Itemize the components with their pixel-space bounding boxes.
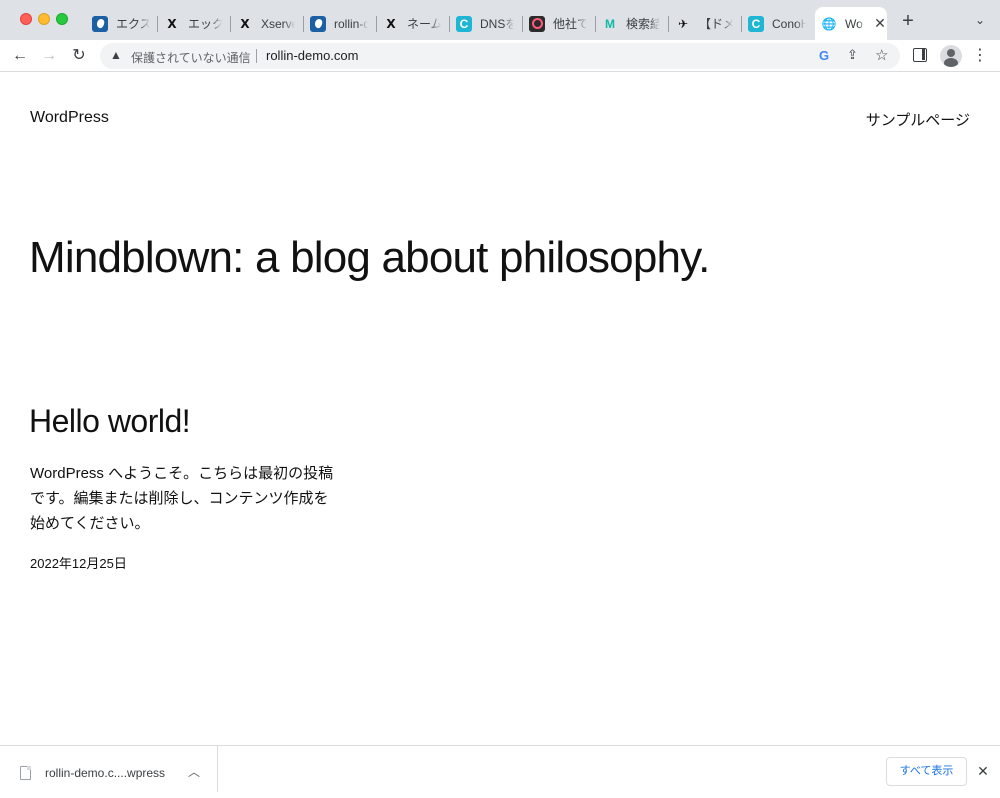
file-icon — [20, 766, 31, 780]
tab-title: 【ドメ — [699, 17, 733, 31]
wordpress-blue-icon — [310, 15, 326, 32]
tab-3[interactable]: X Xserve — [231, 7, 304, 40]
nav-link-sample-page[interactable]: サンプルページ — [866, 109, 970, 130]
m-logo-icon: M — [605, 16, 615, 31]
tab-title: ConoH — [772, 16, 806, 31]
x-logo-icon: X — [386, 16, 396, 31]
reload-icon[interactable]: ↻ — [68, 45, 90, 67]
post-title-link[interactable]: Hello world! — [29, 403, 191, 440]
side-panel-icon[interactable] — [913, 48, 927, 62]
close-icon[interactable]: ✕ — [975, 762, 991, 780]
tab-close-icon[interactable]: ✕ — [873, 15, 887, 32]
google-g-icon[interactable]: G — [819, 48, 829, 63]
tab-active[interactable]: 🌐 Wo ✕ — [815, 7, 887, 40]
globe-icon: 🌐 — [821, 16, 837, 31]
tab-8[interactable]: M 検索結 — [596, 7, 669, 40]
post-excerpt: WordPress へようこそ。こちらは最初の投稿です。編集または削除し、コンテ… — [30, 465, 334, 532]
chevron-up-icon[interactable]: ︿ — [188, 763, 200, 780]
window-minimize-button[interactable] — [38, 13, 50, 25]
tab-4[interactable]: rollin-d — [304, 7, 377, 40]
tab-title: ネーム — [407, 17, 441, 31]
wordpress-blue-icon — [92, 15, 108, 32]
site-title-link[interactable]: WordPress — [30, 109, 109, 127]
browser-toolbar: ← → ↻ ▲ 保護されていない通信 rollin-demo.com G ⇪ ☆… — [0, 40, 1000, 72]
tab-title: エックス — [188, 17, 222, 31]
bird-icon: ✈ — [677, 16, 689, 31]
tab-6[interactable]: C DNSを — [450, 7, 523, 40]
url-text[interactable]: rollin-demo.com — [266, 48, 358, 63]
tab-5[interactable]: X ネーム — [377, 7, 450, 40]
tab-title: Wo — [845, 16, 863, 31]
more-menu-icon[interactable]: ⋮ — [972, 46, 988, 66]
tab-9[interactable]: ✈ 【ドメ — [669, 7, 742, 40]
tab-strip: エクスパ X エックス X Xserve rollin-d X ネーム C DN… — [0, 0, 1000, 40]
window-zoom-button[interactable] — [56, 13, 68, 25]
tab-search-chevron-icon[interactable]: ⌄ — [972, 12, 988, 28]
tab-title: Xserve — [261, 16, 295, 31]
share-icon[interactable]: ⇪ — [847, 47, 858, 63]
download-file-name[interactable]: rollin-demo.c....wpress — [45, 766, 165, 780]
tab-title: エクスパ — [116, 17, 150, 31]
conoha-c-icon: C — [748, 15, 764, 32]
address-bar[interactable]: ▲ 保護されていない通信 rollin-demo.com G ⇪ ☆ — [100, 43, 900, 69]
x-logo-icon: X — [167, 16, 177, 31]
tab-1[interactable]: エクスパ — [86, 7, 158, 40]
window-close-button[interactable] — [20, 13, 32, 25]
back-arrow-icon[interactable]: ← — [9, 45, 31, 67]
web-page: WordPress サンプルページ Mindblown: a blog abou… — [0, 73, 1000, 745]
tab-10[interactable]: C ConoH — [742, 7, 815, 40]
tab-title: rollin-d — [334, 16, 368, 31]
forward-arrow-icon[interactable]: → — [38, 45, 60, 67]
tab-7[interactable]: 他社で — [523, 7, 596, 40]
profile-avatar-icon[interactable] — [940, 45, 962, 67]
post-date-link[interactable]: 2022年12月25日 — [30, 553, 127, 572]
site-tagline: Mindblown: a blog about philosophy. — [29, 233, 710, 282]
tab-title: DNSを — [480, 17, 514, 31]
new-tab-button[interactable]: + — [898, 11, 918, 31]
tab-2[interactable]: X エックス — [158, 7, 231, 40]
x-logo-icon: X — [240, 16, 250, 31]
conoha-c-icon: C — [456, 15, 472, 32]
warning-triangle-icon[interactable]: ▲ — [110, 48, 122, 62]
download-item[interactable]: rollin-demo.c....wpress ︿ — [0, 746, 218, 792]
bookmark-star-icon[interactable]: ☆ — [875, 46, 888, 64]
tab-title: 他社で — [553, 17, 587, 31]
show-all-downloads-button[interactable]: すべて表示 — [886, 757, 967, 786]
download-shelf: rollin-demo.c....wpress ︿ すべて表示 ✕ — [0, 745, 1000, 798]
insecure-connection-label[interactable]: 保護されていない通信 — [131, 49, 251, 66]
dark-app-icon — [529, 15, 545, 32]
tab-title: 検索結 — [626, 17, 660, 31]
